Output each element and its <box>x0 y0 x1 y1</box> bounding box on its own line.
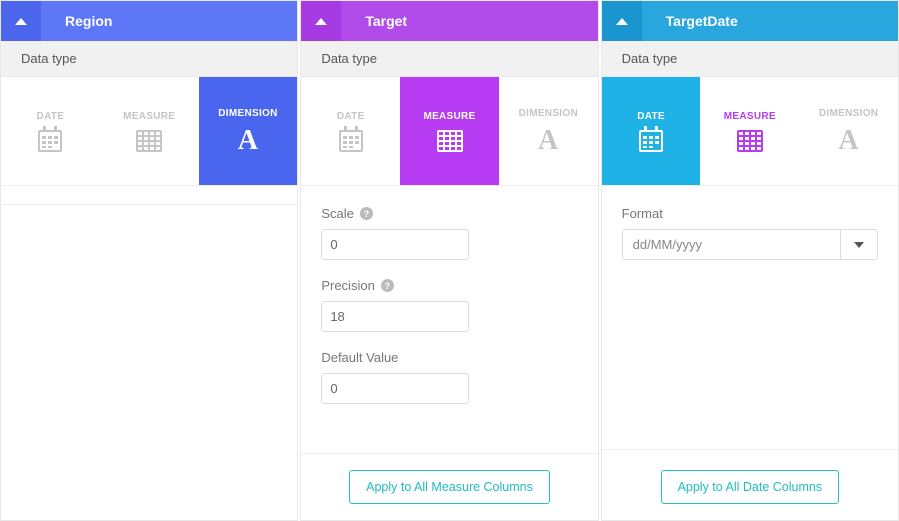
panel-target-header: Target <box>301 1 597 41</box>
precision-field: Precision ? <box>321 278 577 332</box>
type-option-dimension[interactable]: DIMENSION A <box>799 77 898 185</box>
type-label: DATE <box>637 111 665 122</box>
apply-section: Apply to All Date Columns <box>602 450 898 520</box>
label-text: Scale <box>321 206 354 221</box>
panel-title: TargetDate <box>642 13 738 29</box>
panel-targetdate-header: TargetDate <box>602 1 898 41</box>
type-option-date[interactable]: DATE <box>1 77 100 185</box>
label-text: Default Value <box>321 350 398 365</box>
measure-settings: Scale ? Precision ? Default Value <box>301 186 597 453</box>
data-type-selector: DATE MEASURE DIMENSION A <box>301 77 597 186</box>
type-option-measure[interactable]: MEASURE <box>100 77 199 185</box>
type-label: DIMENSION <box>819 108 878 119</box>
label-text: Precision <box>321 278 374 293</box>
format-select[interactable]: dd/MM/yyyy <box>622 229 878 260</box>
type-option-measure[interactable]: MEASURE <box>700 77 799 185</box>
data-type-label: Data type <box>1 41 297 77</box>
type-option-dimension[interactable]: DIMENSION A <box>499 77 598 185</box>
panel-target: Target Data type DATE MEASURE DIMENSION … <box>300 0 598 521</box>
format-dropdown-button[interactable] <box>840 230 877 259</box>
calendar-icon <box>639 130 663 152</box>
chevron-up-icon <box>616 18 628 25</box>
type-label: DIMENSION <box>218 108 277 119</box>
panel-title: Region <box>41 13 112 29</box>
format-label: Format <box>622 206 878 221</box>
apply-all-measure-button[interactable]: Apply to All Measure Columns <box>349 470 550 504</box>
label-text: Format <box>622 206 663 221</box>
data-type-label: Data type <box>602 41 898 77</box>
type-label: MEASURE <box>123 111 175 122</box>
collapse-toggle[interactable] <box>301 1 341 41</box>
precision-label: Precision ? <box>321 278 577 293</box>
type-option-dimension[interactable]: DIMENSION A <box>199 77 298 185</box>
collapse-toggle[interactable] <box>602 1 642 41</box>
help-icon[interactable]: ? <box>360 207 373 220</box>
panel-region: Region Data type DATE MEASURE DIMENSION … <box>0 0 298 521</box>
data-type-selector: DATE MEASURE DIMENSION A <box>1 77 297 186</box>
chevron-down-icon <box>854 242 864 248</box>
type-option-date[interactable]: DATE <box>602 77 701 185</box>
type-label: MEASURE <box>724 111 776 122</box>
apply-section: Apply to All Measure Columns <box>301 453 597 520</box>
chevron-up-icon <box>315 18 327 25</box>
calendar-icon <box>339 130 363 152</box>
grid-icon <box>136 130 162 152</box>
scale-input[interactable] <box>321 229 469 260</box>
dimension-icon: A <box>238 127 259 155</box>
dimension-icon: A <box>538 127 559 155</box>
separator <box>1 186 297 205</box>
help-icon[interactable]: ? <box>381 279 394 292</box>
data-type-selector: DATE MEASURE DIMENSION A <box>602 77 898 186</box>
type-option-measure[interactable]: MEASURE <box>400 77 499 185</box>
calendar-icon <box>38 130 62 152</box>
default-value-input[interactable] <box>321 373 469 404</box>
type-option-date[interactable]: DATE <box>301 77 400 185</box>
precision-input[interactable] <box>321 301 469 332</box>
scale-label: Scale ? <box>321 206 577 221</box>
type-label: DIMENSION <box>519 108 578 119</box>
default-value-label: Default Value <box>321 350 577 365</box>
grid-icon <box>737 130 763 152</box>
data-type-label: Data type <box>301 41 597 77</box>
date-settings: Format dd/MM/yyyy <box>602 186 898 449</box>
panel-region-header: Region <box>1 1 297 41</box>
grid-icon <box>437 130 463 152</box>
scale-field: Scale ? <box>321 206 577 260</box>
type-label: DATE <box>337 111 365 122</box>
format-value[interactable]: dd/MM/yyyy <box>623 230 840 259</box>
panel-title: Target <box>341 13 407 29</box>
type-label: MEASURE <box>423 111 475 122</box>
panel-targetdate: TargetDate Data type DATE MEASURE DIMENS… <box>601 0 899 521</box>
default-value-field: Default Value <box>321 350 577 404</box>
format-field: Format dd/MM/yyyy <box>622 206 878 260</box>
chevron-up-icon <box>15 18 27 25</box>
dimension-icon: A <box>838 127 859 155</box>
type-label: DATE <box>37 111 65 122</box>
apply-all-date-button[interactable]: Apply to All Date Columns <box>661 470 840 504</box>
collapse-toggle[interactable] <box>1 1 41 41</box>
